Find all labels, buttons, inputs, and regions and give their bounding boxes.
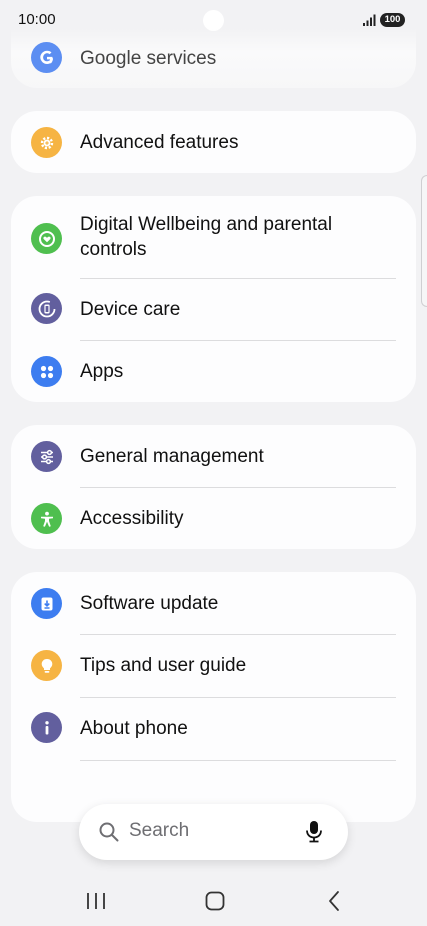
- settings-group-advanced: Advanced features: [11, 111, 416, 173]
- settings-group-management: General management Accessibility: [11, 425, 416, 549]
- search-icon: [99, 822, 119, 842]
- digital-wellbeing-label-line1: Digital Wellbeing and parental: [80, 214, 333, 235]
- settings-group-about: Software update Tips and user guide Abou…: [11, 572, 416, 822]
- about-phone-label: About phone: [80, 718, 188, 739]
- accessibility-label: Accessibility: [80, 508, 184, 529]
- settings-item-software-update[interactable]: Software update: [11, 572, 416, 634]
- google-services-card: Google services: [11, 28, 416, 88]
- google-services-label: Google services: [80, 48, 217, 69]
- settings-group-wellbeing: Digital Wellbeing and parental controls …: [11, 196, 416, 402]
- heart-ring-icon: [31, 223, 62, 254]
- google-icon: [31, 42, 62, 73]
- recents-icon[interactable]: [84, 880, 108, 920]
- device-care-label: Device care: [80, 299, 181, 320]
- status-time: 10:00: [18, 11, 56, 28]
- sliders-icon: [31, 441, 62, 472]
- lightbulb-icon: [31, 650, 62, 681]
- info-icon: [31, 712, 62, 743]
- scroll-handle[interactable]: [421, 175, 427, 307]
- settings-item-device-care[interactable]: Device care: [11, 279, 416, 341]
- signal-icon: [363, 14, 376, 26]
- download-box-icon: [31, 588, 62, 619]
- settings-item-accessibility[interactable]: Accessibility: [11, 488, 416, 549]
- search-placeholder: Search: [129, 820, 190, 841]
- back-icon[interactable]: [323, 880, 347, 920]
- general-management-label: General management: [80, 446, 264, 467]
- search-bar[interactable]: Search: [79, 804, 348, 860]
- apps-label: Apps: [80, 361, 124, 382]
- divider: [80, 760, 396, 761]
- apps-dots-icon: [31, 356, 62, 387]
- settings-item-tips-user-guide[interactable]: Tips and user guide: [11, 635, 416, 697]
- tips-user-guide-label: Tips and user guide: [80, 655, 247, 676]
- settings-item-apps[interactable]: Apps: [11, 341, 416, 402]
- device-care-icon: [31, 293, 62, 324]
- settings-item-about-phone[interactable]: About phone: [11, 698, 416, 760]
- microphone-icon[interactable]: [303, 819, 325, 845]
- gear-plus-icon: [31, 127, 62, 158]
- settings-item-google-services[interactable]: Google services: [11, 28, 416, 88]
- battery-indicator: 100: [380, 13, 405, 27]
- software-update-label: Software update: [80, 593, 219, 614]
- settings-item-advanced-features[interactable]: Advanced features: [11, 111, 416, 173]
- digital-wellbeing-label-line2: controls: [80, 239, 147, 260]
- settings-item-general-management[interactable]: General management: [11, 425, 416, 487]
- accessibility-person-icon: [31, 503, 62, 534]
- home-icon[interactable]: [203, 880, 227, 920]
- advanced-features-label: Advanced features: [80, 132, 239, 153]
- settings-item-digital-wellbeing[interactable]: Digital Wellbeing and parental controls: [11, 196, 416, 278]
